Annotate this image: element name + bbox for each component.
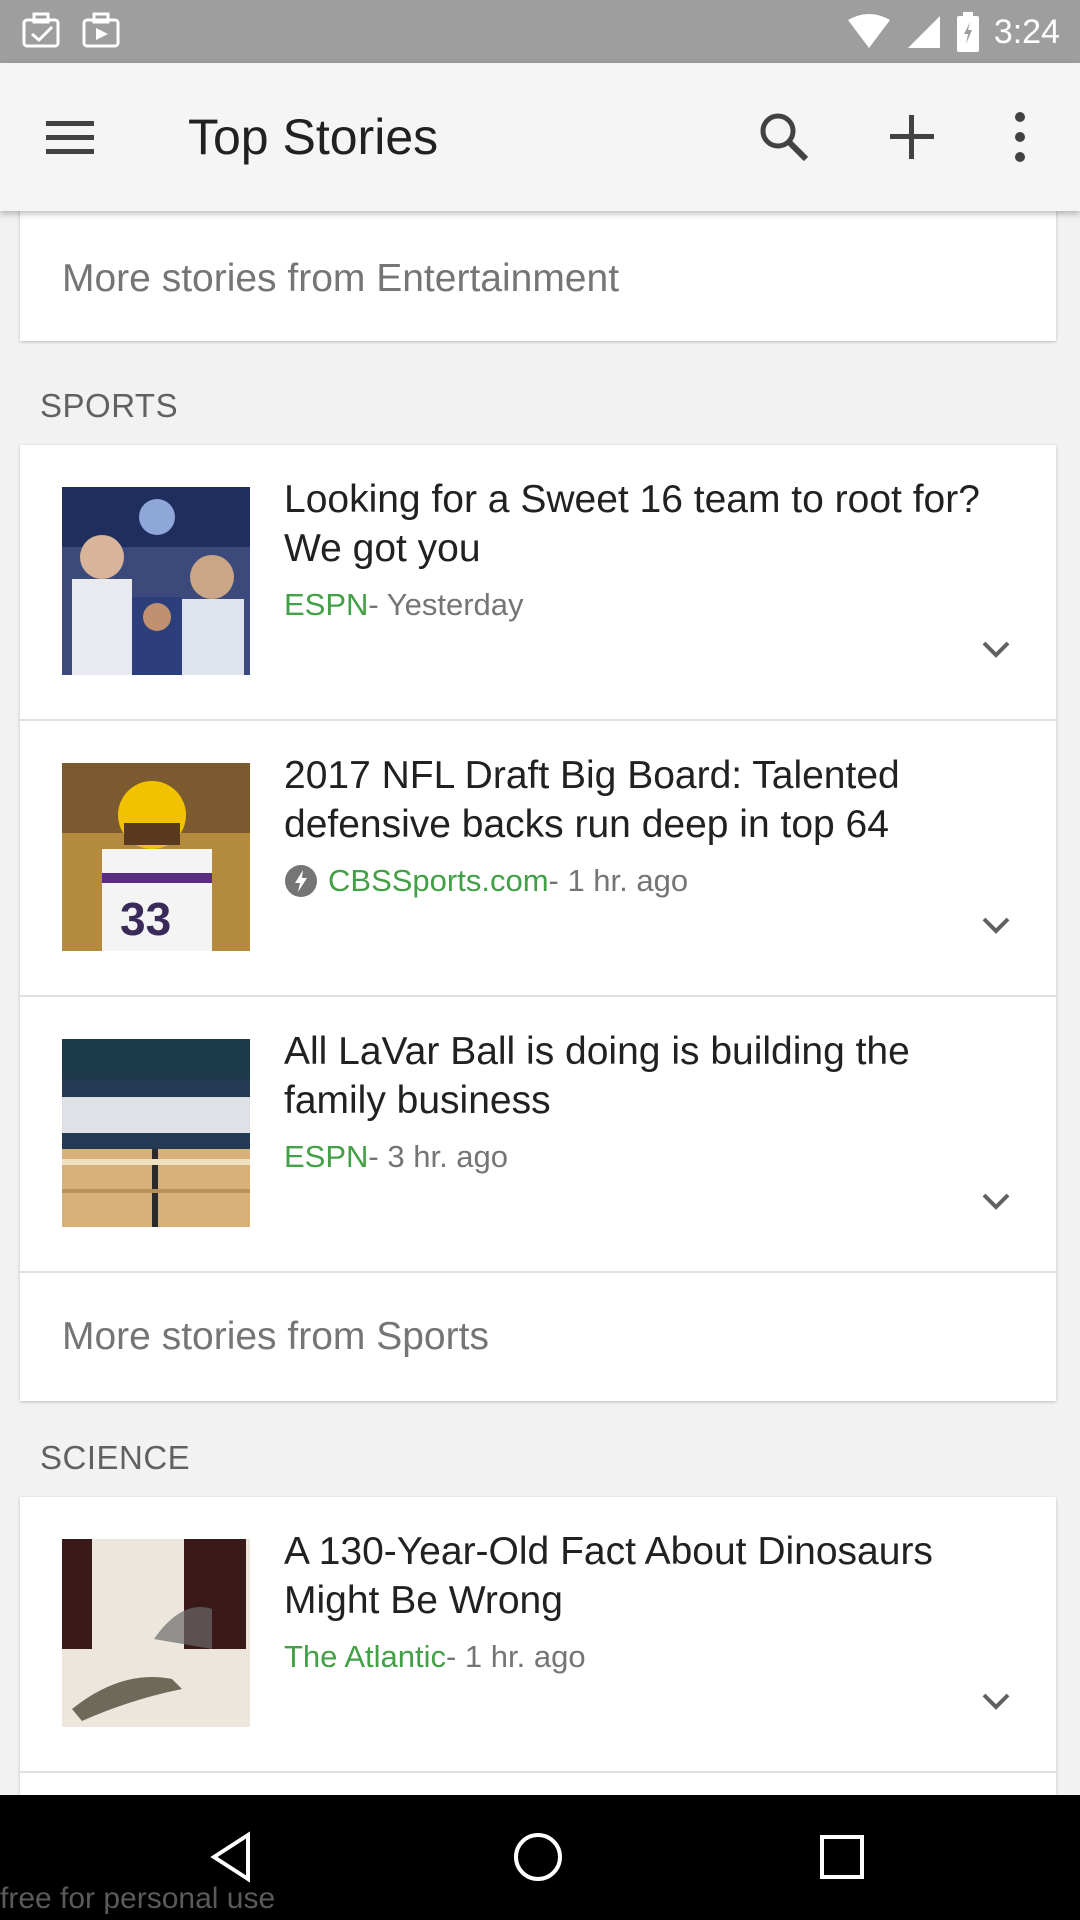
story-time: - 3 hr. ago [368,1139,509,1174]
story-thumbnail [62,487,250,675]
story-meta: ESPN - 3 hr. ago [284,1139,508,1175]
chevron-down-icon[interactable] [976,629,1016,669]
recents-icon[interactable] [810,1825,874,1889]
entertainment-card: More stories from Entertainment [20,201,1056,341]
sports-card: Looking for a Sweet 16 team to root for?… [20,445,1056,1401]
story-time: - Yesterday [368,587,524,622]
story-item[interactable]: Looking for a Sweet 16 team to root for?… [20,445,1056,721]
story-thumbnail: 33 [62,763,250,951]
add-icon[interactable] [880,105,944,169]
story-source: ESPN [284,587,369,622]
story-thumbnail [62,1539,250,1727]
story-item[interactable]: All LaVar Ball is doing is building the … [20,997,1056,1273]
notification-icon [22,12,60,48]
signal-icon [907,16,940,48]
more-stories-sports[interactable]: More stories from Sports [20,1273,1056,1401]
story-time: - 1 hr. ago [548,863,689,898]
clock: 3:24 [993,12,1060,51]
story-meta: CBSSports.com - 1 hr. ago [284,863,688,899]
story-source: CBSSports.com [328,863,549,898]
story-headline: 2017 NFL Draft Big Board: Talented defen… [284,754,900,846]
section-label-sports: SPORTS [40,387,179,424]
notification-icon [82,12,120,48]
story-item[interactable]: 33 2017 NFL Draft Big Board: Talented de… [20,721,1056,997]
svg-text:33: 33 [120,893,171,945]
wifi-icon [847,14,890,48]
story-source: ESPN [284,1139,369,1174]
story-meta: ESPN - Yesterday [284,587,524,623]
page-title: Top Stories [188,109,439,165]
back-icon[interactable] [200,1825,264,1889]
home-icon[interactable] [506,1825,570,1889]
section-label-science: SCIENCE [40,1439,191,1476]
status-bar: 3:24 [0,0,1080,63]
story-headline: Looking for a Sweet 16 team to root for?… [284,478,980,570]
story-time: - 1 hr. ago [445,1639,586,1674]
story-headline: All LaVar Ball is doing is building the … [284,1030,910,1122]
story-meta: The Atlantic - 1 hr. ago [284,1639,586,1675]
story-thumbnail [62,1039,250,1227]
amp-icon [285,865,317,897]
battery-icon [956,12,979,52]
watermark: free for personal use [0,1882,276,1915]
search-icon[interactable] [752,105,816,169]
story-headline: A 130-Year-Old Fact About Dinosaurs Migh… [284,1530,933,1622]
chevron-down-icon[interactable] [976,1681,1016,1721]
more-vert-icon[interactable] [1000,105,1040,169]
chevron-down-icon[interactable] [976,905,1016,945]
menu-icon[interactable] [40,107,100,167]
story-item[interactable]: A 130-Year-Old Fact About Dinosaurs Migh… [20,1497,1056,1773]
more-stories-entertainment[interactable]: More stories from Entertainment [20,201,1056,341]
science-card: A 130-Year-Old Fact About Dinosaurs Migh… [20,1497,1056,1817]
navigation-bar: free for personal use [0,1795,1080,1920]
chevron-down-icon[interactable] [976,1181,1016,1221]
story-source: The Atlantic [284,1639,446,1674]
app-bar: Top Stories [0,63,1080,211]
